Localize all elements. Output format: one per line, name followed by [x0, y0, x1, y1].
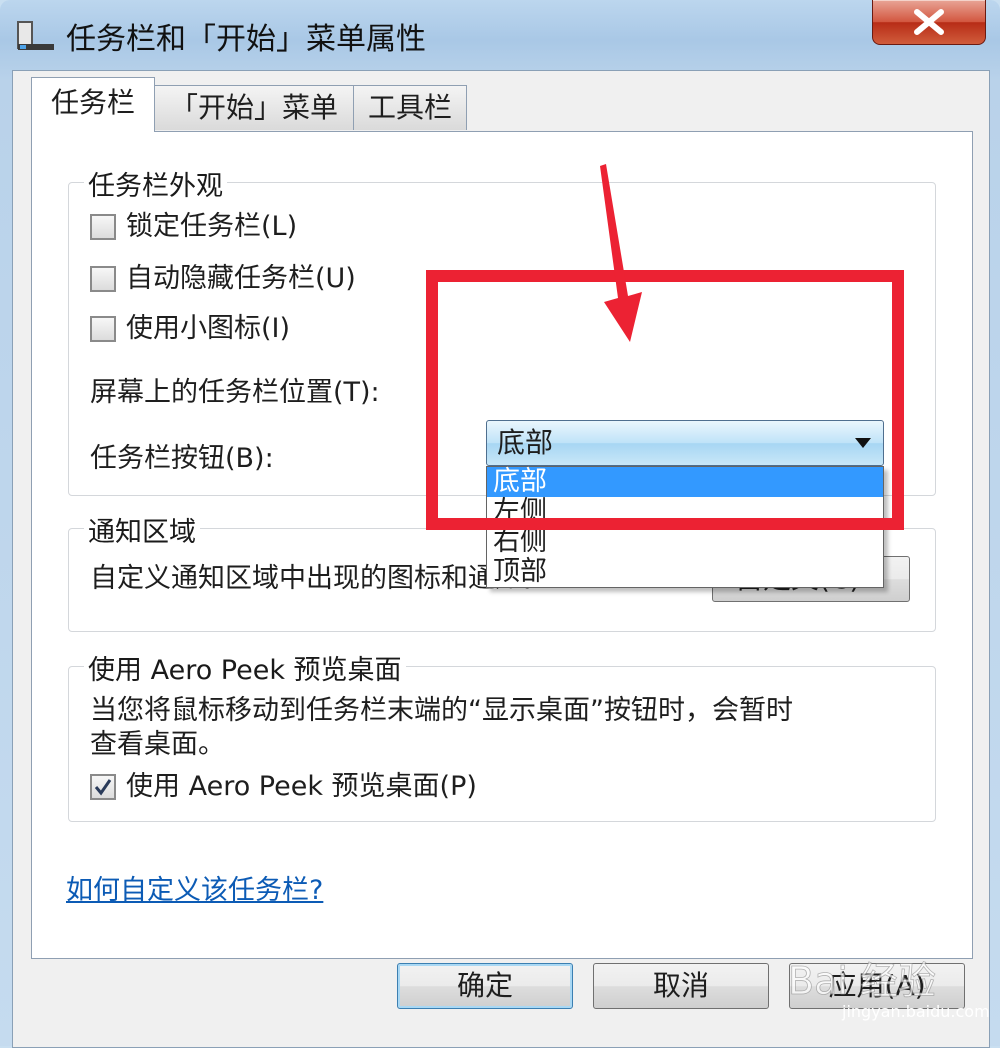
- small-icons-label: 使用小图标(I): [126, 313, 291, 344]
- taskbar-buttons-label: 任务栏按钮(B):: [90, 443, 274, 474]
- group-legend-aero-peek: 使用 Aero Peek 预览桌面: [84, 648, 406, 687]
- taskbar-position-label: 屏幕上的任务栏位置(T):: [90, 377, 380, 408]
- lock-taskbar-checkbox[interactable]: [90, 214, 116, 240]
- group-legend-notification: 通知区域: [84, 510, 200, 549]
- watermark-url: jingyan.baidu.com: [842, 1002, 990, 1021]
- checkmark-icon: [94, 779, 112, 796]
- tab-toolbars[interactable]: 工具栏: [353, 85, 467, 130]
- small-icons-checkbox[interactable]: [90, 316, 116, 342]
- group-legend-appearance: 任务栏外观: [84, 164, 227, 203]
- highlight-box: [426, 270, 904, 530]
- annotation-arrow-icon: [600, 164, 642, 342]
- option-top[interactable]: 顶部: [487, 557, 883, 587]
- help-link[interactable]: 如何自定义该任务栏?: [66, 868, 323, 907]
- tab-panel-taskbar: 任务栏外观 锁定任务栏(L) 自动隐藏任务栏(U) 使用小图标(I) 屏幕上的任…: [31, 131, 973, 959]
- cancel-button[interactable]: 取消: [593, 963, 769, 1009]
- watermark-brand: Bai 经验: [788, 959, 936, 1000]
- autohide-taskbar-checkbox[interactable]: [90, 266, 116, 292]
- lock-taskbar-label: 锁定任务栏(L): [126, 211, 298, 242]
- dialog-window: 任务栏和「开始」菜单属性 任务栏 「开始」菜单 工具栏 任务栏外观 锁定任务栏(…: [0, 0, 1000, 1048]
- autohide-taskbar-label: 自动隐藏任务栏(U): [126, 263, 356, 294]
- dialog-client-area: 任务栏 「开始」菜单 工具栏 任务栏外观 锁定任务栏(L) 自动隐藏任务栏(U)…: [12, 70, 990, 1048]
- aero-peek-description-line2: 查看桌面。: [90, 729, 225, 760]
- taskbar-app-icon: [16, 20, 56, 52]
- close-icon: [914, 9, 944, 35]
- tab-start-menu[interactable]: 「开始」菜单: [153, 85, 355, 130]
- tab-taskbar[interactable]: 任务栏: [31, 77, 155, 132]
- window-title: 任务栏和「开始」菜单属性: [66, 22, 426, 57]
- close-button[interactable]: [872, 0, 986, 45]
- option-right[interactable]: 右侧: [487, 527, 883, 557]
- notification-description: 自定义通知区域中出现的图标和通知。: [90, 563, 549, 594]
- baidu-watermark-icon: Bai 经验: [788, 938, 936, 1000]
- ok-button[interactable]: 确定: [397, 963, 573, 1009]
- aero-peek-checkbox[interactable]: [90, 774, 116, 800]
- aero-peek-label: 使用 Aero Peek 预览桌面(P): [126, 771, 477, 802]
